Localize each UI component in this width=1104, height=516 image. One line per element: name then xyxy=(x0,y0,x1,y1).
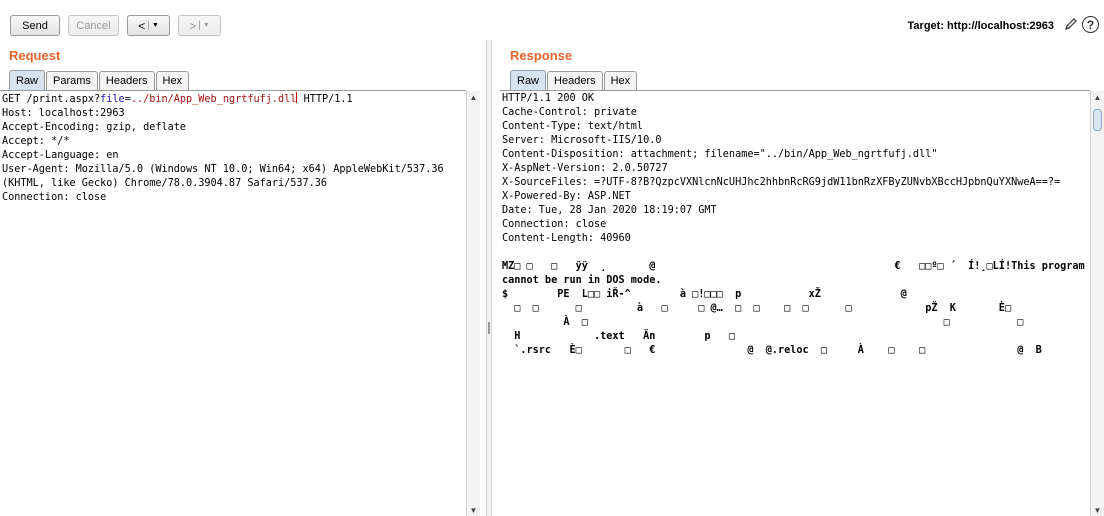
response-body-line: $ PE L□□ iŘ-^ à □!□□□ p xŽ @ xyxy=(502,289,907,300)
response-body-line: H .text Än p □ xyxy=(502,331,736,342)
cancel-button[interactable]: Cancel xyxy=(68,15,119,36)
response-title: Response xyxy=(510,48,573,63)
response-header-line: X-SourceFiles: =?UTF-8?B?QzpcVXNlcnNcUHJ… xyxy=(502,177,1061,188)
help-icon[interactable]: ? xyxy=(1082,16,1099,33)
request-title: Request xyxy=(9,48,61,63)
target-label: Target: http://localhost:2963 xyxy=(907,20,1054,32)
request-editor[interactable]: GET /print.aspx?file=../bin/App_Web_ngrt… xyxy=(0,90,466,516)
request-header-line: Accept: */* xyxy=(2,136,70,147)
response-header-line: Cache-Control: private xyxy=(502,107,637,118)
tab-hex[interactable]: Hex xyxy=(603,71,638,90)
back-arrow-icon: < xyxy=(138,18,146,33)
request-scrollbar[interactable]: ▲ ▼ xyxy=(466,91,480,516)
response-body-line: □ □ □ à □ □ @… □ □ □ □ □ pŽ K È□ xyxy=(502,303,1012,314)
button-separator: | xyxy=(198,20,201,31)
request-line: GET /print.aspx?file=../bin/App_Web_ngrt… xyxy=(0,91,466,106)
forward-button[interactable]: > | ▼ xyxy=(178,15,221,36)
response-editor[interactable]: HTTP/1.1 200 OK Cache-Control: private C… xyxy=(500,90,1090,516)
response-header-line: Content-Length: 40960 xyxy=(502,233,631,244)
pencil-icon[interactable] xyxy=(1063,16,1079,32)
scroll-down-arrow-icon[interactable]: ▼ xyxy=(1091,504,1104,516)
blank-line xyxy=(500,245,1090,259)
dropdown-arrow-icon[interactable]: ▼ xyxy=(203,22,210,29)
scroll-up-arrow-icon[interactable]: ▲ xyxy=(1091,91,1104,103)
response-header-line: X-AspNet-Version: 2.0.50727 xyxy=(502,163,668,174)
response-header-line: Content-Disposition: attachment; filenam… xyxy=(502,149,938,160)
tab-hex[interactable]: Hex xyxy=(155,71,190,90)
back-button[interactable]: < | ▼ xyxy=(127,15,170,36)
scroll-up-arrow-icon[interactable]: ▲ xyxy=(467,91,480,103)
response-body: MZ□ □ □ ÿÿ ¸ @ € □□º□ ´ Í!¸□LÍ!This prog… xyxy=(500,259,1090,357)
request-method-path: GET /print.aspx? xyxy=(2,94,101,105)
response-header-line: Server: Microsoft-IIS/10.0 xyxy=(502,135,662,146)
pane-splitter[interactable] xyxy=(486,40,492,516)
splitter-grip-icon[interactable] xyxy=(488,322,490,334)
response-header-line: HTTP/1.1 200 OK xyxy=(502,93,595,104)
tab-raw[interactable]: Raw xyxy=(510,70,547,90)
response-header-line: X-Powered-By: ASP.NET xyxy=(502,191,631,202)
button-separator: | xyxy=(147,20,150,31)
tab-params[interactable]: Params xyxy=(46,71,98,90)
request-header-line: User-Agent: Mozilla/5.0 (Windows NT 10.0… xyxy=(2,164,444,175)
response-header-line: Connection: close xyxy=(502,219,607,230)
tab-raw[interactable]: Raw xyxy=(9,70,46,90)
request-header-line: Host: localhost:2963 xyxy=(2,108,125,119)
response-body-line: `.rsrc È□ □ € @ @.reloc □ À □ □ @ B xyxy=(502,345,1042,356)
request-protocol: HTTP/1.1 xyxy=(297,94,353,105)
scrollbar-thumb[interactable] xyxy=(1093,109,1102,131)
request-header-line: Accept-Language: en xyxy=(2,150,119,161)
request-tabs: Raw Params Headers Hex xyxy=(9,70,190,90)
forward-arrow-icon: > xyxy=(189,18,197,33)
response-header-line: Date: Tue, 28 Jan 2020 18:19:07 GMT xyxy=(502,205,717,216)
response-tabs: Raw Headers Hex xyxy=(510,70,638,90)
request-header-line: (KHTML, like Gecko) Chrome/78.0.3904.87 … xyxy=(2,178,328,189)
response-body-line: MZ□ □ □ ÿÿ ¸ @ € □□º□ ´ Í!¸□LÍ!This prog… xyxy=(502,261,1085,272)
toolbar: Send Cancel < | ▼ > | ▼ Target: http://l… xyxy=(0,0,1104,46)
request-param-value: ../bin/App_Web_ngrtfufj.dll xyxy=(130,94,297,105)
send-button[interactable]: Send xyxy=(10,15,60,36)
scroll-down-arrow-icon[interactable]: ▼ xyxy=(467,504,480,516)
tab-headers[interactable]: Headers xyxy=(547,71,603,90)
request-param-name: file xyxy=(100,94,125,105)
request-header-line: Connection: close xyxy=(2,192,107,203)
response-scrollbar[interactable]: ▲ ▼ xyxy=(1090,91,1104,516)
tab-headers[interactable]: Headers xyxy=(98,71,155,90)
response-header-line: Content-Type: text/html xyxy=(502,121,644,132)
dropdown-arrow-icon[interactable]: ▼ xyxy=(152,22,159,29)
response-body-line: À □ □ □ xyxy=(502,317,1024,328)
request-header-line: Accept-Encoding: gzip, deflate xyxy=(2,122,187,133)
response-body-line: cannot be run in DOS mode. xyxy=(502,275,662,286)
